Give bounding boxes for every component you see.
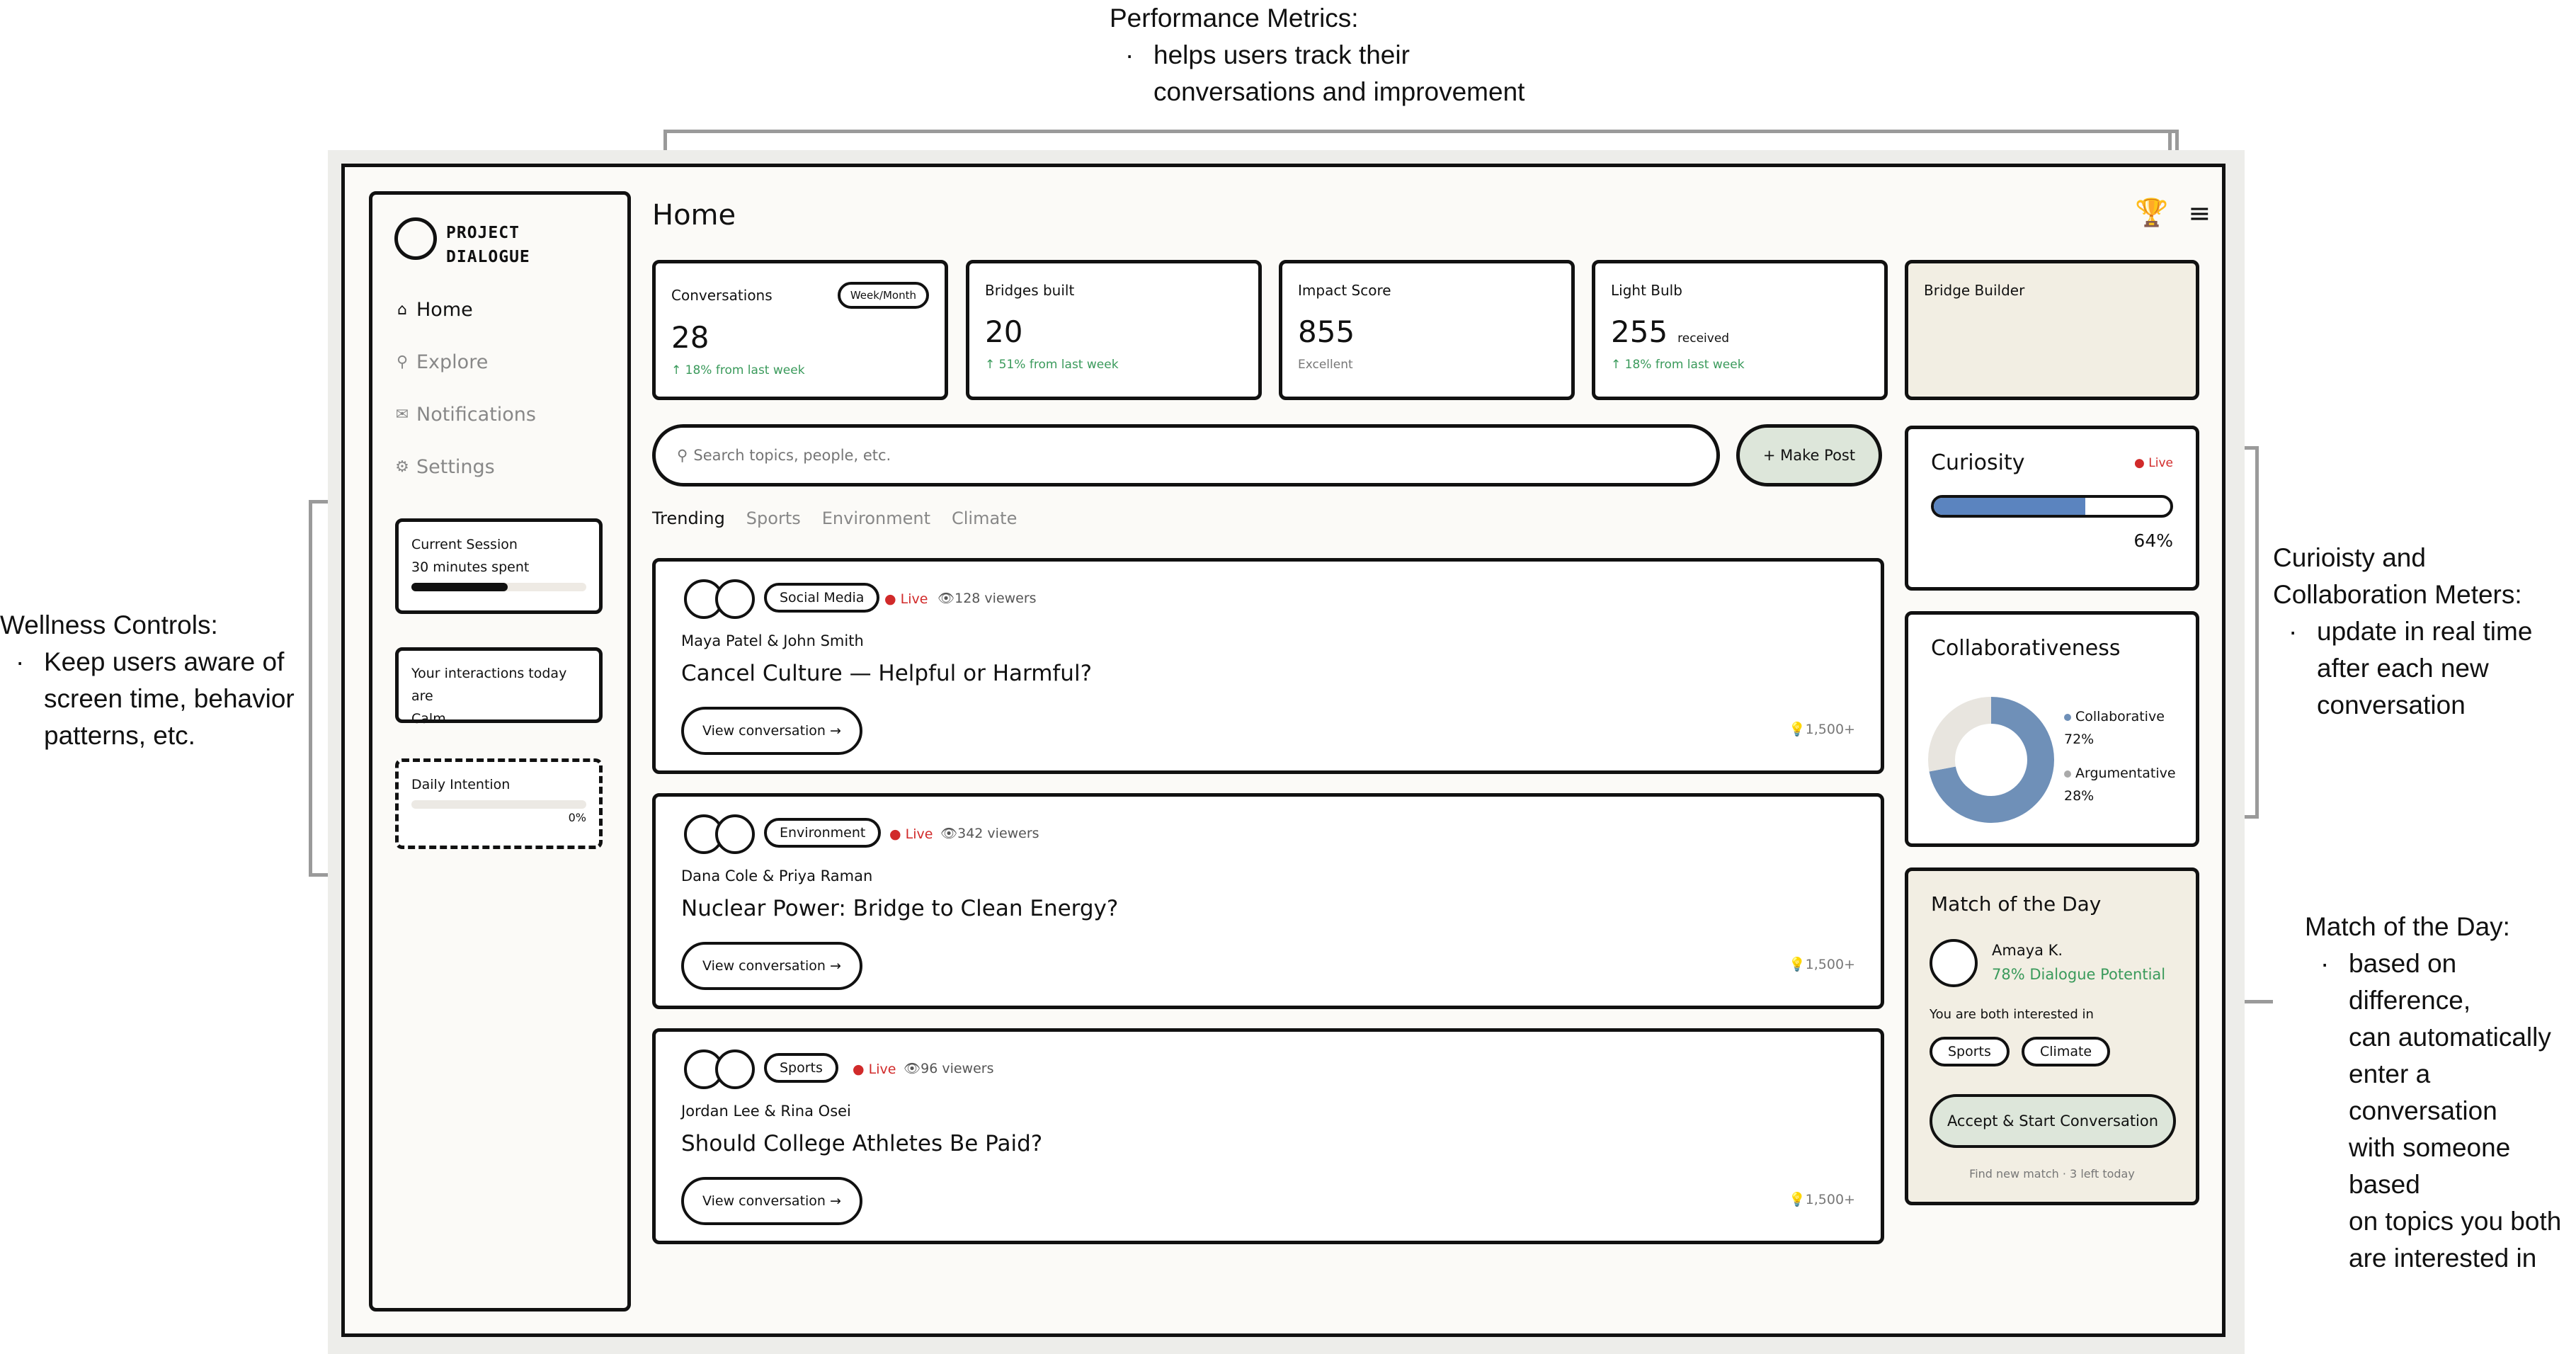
search-icon: ⚲ [677, 447, 688, 464]
annotation-match: Match of the Day: · based on difference,… [2305, 912, 2562, 1273]
session-progress-bar [411, 583, 586, 591]
top-icons: 🏆 ≡ [2135, 197, 2211, 229]
post-card: Social Media ● Live 👁128 viewers Maya Pa… [652, 558, 1884, 774]
home-icon: ⌂ [397, 301, 407, 319]
week-month-toggle[interactable]: Week/Month [837, 282, 929, 309]
curiosity-percent: 64% [2133, 530, 2173, 551]
viewers-count: 👁342 viewers [940, 826, 1039, 841]
match-potential: 78% Dialogue Potential [1992, 966, 2166, 983]
topic-tag[interactable]: Environment [764, 818, 882, 848]
tab-sports[interactable]: Sports [746, 508, 801, 528]
intention-progress-bar [411, 800, 586, 809]
avatar-pair [684, 579, 762, 622]
menu-icon[interactable]: ≡ [2188, 198, 2211, 229]
tab-climate[interactable]: Climate [952, 508, 1017, 528]
annotation-performance: Performance Metrics: · helps users track… [1110, 0, 1524, 110]
avatar-pair [684, 1049, 762, 1092]
current-session-card: Current Session 30 minutes spent [395, 518, 603, 614]
explore-search-icon: ⚲ [396, 353, 409, 371]
post-card: Environment ● Live 👁342 viewers Dana Col… [652, 793, 1884, 1009]
nav-settings[interactable]: ⚙ Settings [395, 456, 495, 478]
match-name: Amaya K. [1992, 942, 2063, 959]
view-conversation-button[interactable]: View conversation → [681, 942, 862, 990]
tab-trending[interactable]: Trending [652, 508, 725, 528]
find-new-match-link[interactable]: Find new match · 3 left today [1908, 1167, 2196, 1181]
trophy-icon[interactable]: 🏆 [2135, 197, 2168, 229]
search-bar: ⚲ [652, 424, 1720, 487]
light-bulb-count: 💡1,500+ [1789, 1192, 1855, 1207]
nav-home[interactable]: ⌂ Home [395, 299, 473, 321]
logo-circle-icon [394, 217, 437, 260]
avatar-pair [684, 814, 762, 857]
interactions-card: Your interactions today are Calm [395, 647, 603, 727]
curiosity-title: Curiosity [1931, 450, 2025, 475]
collaboration-donut [1928, 697, 2054, 823]
topic-tag[interactable]: Sports [764, 1053, 838, 1083]
light-bulb-count: 💡1,500+ [1789, 957, 1855, 972]
viewers-count: 👁96 viewers [904, 1061, 994, 1076]
bridge-builder-card: Bridge Builder [1905, 260, 2199, 400]
curiosity-bar-fill [1934, 498, 2085, 515]
interest-chip-climate[interactable]: Climate [2022, 1037, 2111, 1066]
match-avatar [1930, 939, 1978, 987]
live-badge: ● Live [884, 591, 928, 607]
match-title: Match of the Day [1931, 892, 2102, 916]
collaboration-title: Collaborativeness [1931, 636, 2121, 661]
mail-icon: ✉ [395, 406, 409, 423]
participant-names: Maya Patel & John Smith [681, 632, 864, 649]
session-progress-fill [411, 583, 508, 591]
interest-chip-sports[interactable]: Sports [1930, 1037, 2010, 1066]
shared-interest-text: You are both interested in [1930, 1007, 2094, 1022]
post-title: Cancel Culture — Helpful or Harmful? [681, 661, 1093, 686]
collaboration-legend: Collaborative 72% Argumentative 28% [2064, 705, 2176, 807]
legend-collaborative: Collaborative [2064, 705, 2176, 728]
curiosity-bar [1931, 495, 2173, 518]
post-title: Should College Athletes Be Paid? [681, 1131, 1043, 1156]
participant-names: Dana Cole & Priya Raman [681, 867, 873, 884]
post-title: Nuclear Power: Bridge to Clean Energy? [681, 896, 1119, 921]
gear-icon: ⚙ [395, 458, 409, 476]
live-badge: ● Live [2134, 455, 2173, 470]
search-input[interactable] [692, 446, 1616, 465]
daily-intention-card[interactable]: Daily Intention 0% [395, 758, 603, 849]
live-badge: ● Live [853, 1062, 896, 1077]
logo-text: PROJECT DIALOGUE [446, 224, 530, 266]
legend-argumentative: Argumentative [2064, 762, 2176, 785]
annotation-meters: Curioisty and Collaboration Meters: · up… [2273, 543, 2533, 719]
view-conversation-button[interactable]: View conversation → [681, 1177, 862, 1225]
participant-names: Jordan Lee & Rina Osei [681, 1103, 851, 1120]
stat-card-conversations: Conversations Week/Month 28 ↑ 18% from l… [652, 260, 948, 400]
stat-card-bridges: Bridges built 20 ↑ 51% from last week [966, 260, 1262, 400]
page-title: Home [652, 199, 736, 232]
live-badge: ● Live [889, 826, 933, 842]
viewers-count: 👁128 viewers [937, 591, 1037, 606]
nav-notifications[interactable]: ✉ Notifications [395, 404, 536, 426]
annotation-title: Performance Metrics: [1110, 4, 1359, 33]
tab-environment[interactable]: Environment [822, 508, 930, 528]
interest-chips: Sports Climate [1930, 1037, 2119, 1066]
match-of-the-day-card: Match of the Day Amaya K. 78% Dialogue P… [1905, 867, 2199, 1205]
nav-explore[interactable]: ⚲ Explore [395, 351, 488, 373]
topic-tag[interactable]: Social Media [764, 583, 880, 613]
collaboration-meter-card: Collaborativeness Collaborative 72% Argu… [1905, 611, 2199, 847]
stat-card-impact: Impact Score 855 Excellent [1279, 260, 1575, 400]
accept-start-conversation-button[interactable]: Accept & Start Conversation [1930, 1094, 2176, 1148]
view-conversation-button[interactable]: View conversation → [681, 707, 862, 755]
light-bulb-count: 💡1,500+ [1789, 722, 1855, 737]
make-post-button[interactable]: + Make Post [1736, 424, 1882, 487]
curiosity-meter-card: Curiosity ● Live 64% [1905, 426, 2199, 591]
post-card: Sports ● Live 👁96 viewers Jordan Lee & R… [652, 1028, 1884, 1244]
stat-card-light-bulb: Light Bulb 255 received ↑ 18% from last w… [1592, 260, 1888, 400]
annotation-wellness: Wellness Controls: · Keep users aware of… [0, 610, 295, 750]
topic-tabs: Trending Sports Environment Climate [652, 508, 1017, 528]
